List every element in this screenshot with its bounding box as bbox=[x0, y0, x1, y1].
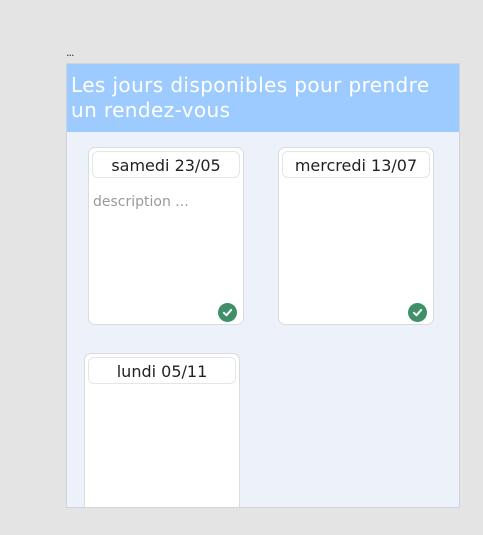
day-card-date: lundi 05/11 bbox=[88, 357, 236, 384]
day-card[interactable]: samedi 23/05 description ... bbox=[88, 147, 244, 325]
description-placeholder[interactable]: description ... bbox=[93, 194, 189, 210]
day-card[interactable]: lundi 05/11 bbox=[84, 353, 240, 507]
panel-title: Les jours disponibles pour prendre un re… bbox=[71, 73, 430, 122]
panel-header: Les jours disponibles pour prendre un re… bbox=[67, 64, 459, 132]
check-icon[interactable] bbox=[218, 303, 237, 322]
day-card-date: samedi 23/05 bbox=[92, 151, 240, 178]
day-card-date: mercredi 13/07 bbox=[282, 151, 430, 178]
day-card[interactable]: mercredi 13/07 bbox=[278, 147, 434, 325]
check-icon[interactable] bbox=[408, 303, 427, 322]
availability-panel: Les jours disponibles pour prendre un re… bbox=[66, 63, 460, 508]
more-indicator: ... bbox=[66, 46, 74, 59]
